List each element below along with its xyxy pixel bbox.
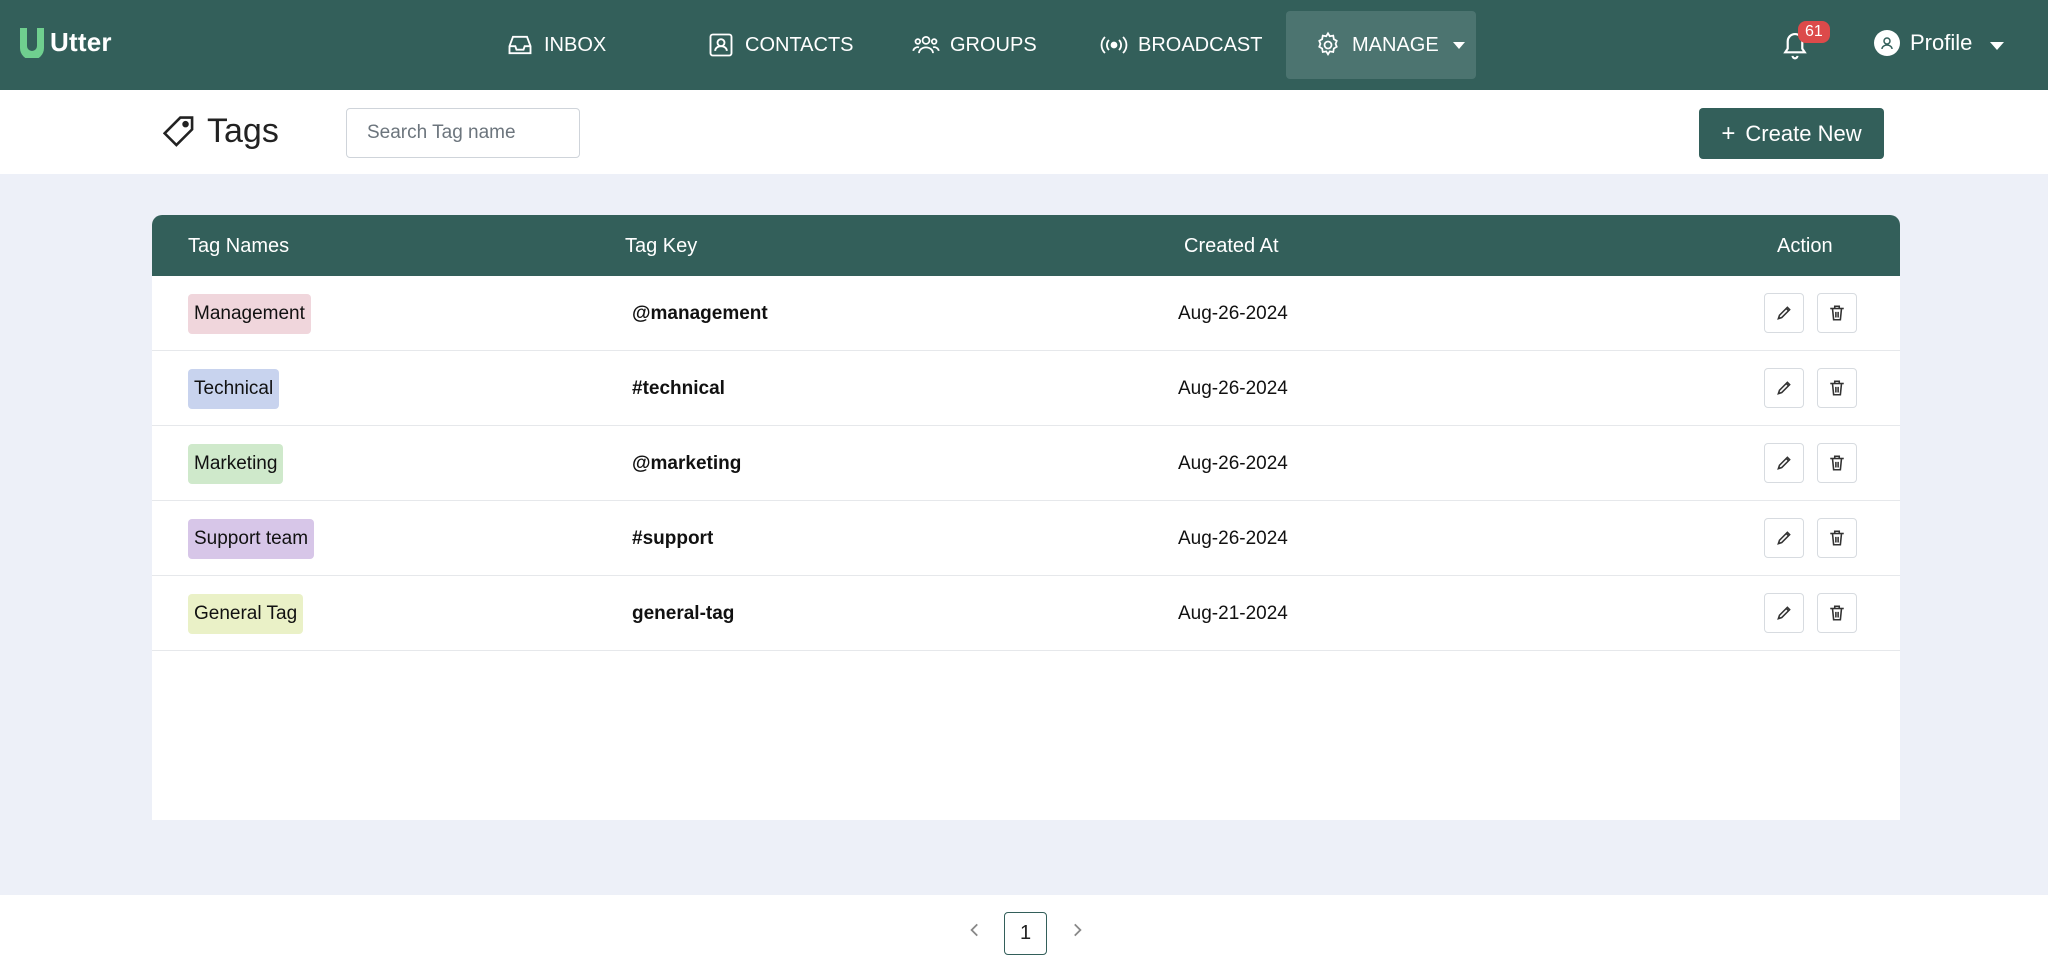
page-number-current[interactable]: 1	[1004, 912, 1047, 955]
chevron-down-icon	[1990, 42, 2005, 50]
nav-groups-label: GROUPS	[950, 33, 1037, 56]
pencil-icon	[1777, 306, 1791, 320]
trash-icon	[1830, 530, 1844, 546]
table-row: Marketing @marketing Aug-26-2024	[152, 426, 1900, 501]
tag-key: @marketing	[632, 453, 742, 474]
chevron-right-icon[interactable]	[1068, 921, 1086, 939]
header-tag-names: Tag Names	[188, 235, 290, 257]
profile-menu[interactable]: Profile	[1874, 30, 2005, 56]
created-at: Aug-21-2024	[1178, 603, 1288, 624]
groups-icon	[912, 35, 940, 54]
page-title: Tags	[207, 112, 279, 150]
delete-button[interactable]	[1817, 518, 1857, 558]
trash-icon	[1830, 605, 1844, 621]
created-at: Aug-26-2024	[1178, 378, 1288, 399]
tags-table: Tag Names Tag Key Created At Action Mana…	[152, 215, 1900, 820]
create-new-button[interactable]: + Create New	[1699, 108, 1884, 159]
trash-icon	[1830, 380, 1844, 396]
pencil-icon	[1777, 606, 1791, 620]
delete-button[interactable]	[1817, 593, 1857, 633]
tag-chip: Support team	[188, 519, 315, 559]
delete-button[interactable]	[1817, 368, 1857, 408]
header-created-at: Created At	[1184, 235, 1279, 257]
edit-button[interactable]	[1764, 293, 1804, 333]
tag-icon	[163, 115, 194, 147]
u-logo-icon	[20, 28, 44, 58]
notification-badge: 61	[1798, 21, 1830, 43]
trash-icon	[1830, 305, 1844, 321]
tag-key: general-tag	[632, 603, 735, 624]
pencil-icon	[1777, 456, 1791, 470]
edit-button[interactable]	[1764, 593, 1804, 633]
edit-button[interactable]	[1764, 518, 1804, 558]
nav-broadcast[interactable]: BROADCAST	[1100, 12, 1262, 78]
delete-button[interactable]	[1817, 293, 1857, 333]
top-navbar: Utter INBOX CONTACTS GROUPS BROADCAST MA…	[0, 0, 2048, 90]
created-at: Aug-26-2024	[1178, 453, 1288, 474]
nav-inbox[interactable]: INBOX	[506, 12, 606, 78]
table-row: General Tag general-tag Aug-21-2024	[152, 576, 1900, 651]
gear-icon	[1318, 31, 1338, 57]
search-tag-input[interactable]	[346, 108, 580, 158]
table-header: Tag Names Tag Key Created At Action	[152, 215, 1900, 276]
pencil-icon	[1777, 381, 1791, 395]
tag-chip: General Tag	[188, 594, 304, 634]
page-title-group: Tags	[163, 112, 279, 151]
tag-key: @management	[632, 303, 768, 324]
plus-icon: +	[1721, 119, 1736, 147]
create-new-label: Create New	[1745, 120, 1862, 146]
page-header: Tags + Create New	[0, 90, 2048, 174]
created-at: Aug-26-2024	[1178, 528, 1288, 549]
brand-name: Utter	[50, 26, 112, 57]
nav-contacts[interactable]: CONTACTS	[707, 12, 854, 78]
contact-card-icon	[709, 33, 733, 57]
broadcast-icon	[1100, 36, 1128, 54]
nav-contacts-label: CONTACTS	[745, 33, 854, 56]
chevron-left-icon[interactable]	[966, 921, 984, 939]
avatar-icon	[1874, 30, 1900, 56]
pagination-bar: 1	[0, 895, 2048, 970]
delete-button[interactable]	[1817, 443, 1857, 483]
table-row: Management @management Aug-26-2024	[152, 276, 1900, 351]
created-at: Aug-26-2024	[1178, 303, 1288, 324]
header-action: Action	[1777, 235, 1833, 257]
nav-inbox-label: INBOX	[544, 33, 607, 56]
pencil-icon	[1777, 531, 1791, 545]
nav-broadcast-label: BROADCAST	[1138, 33, 1263, 56]
tag-chip: Marketing	[188, 444, 284, 484]
edit-button[interactable]	[1764, 368, 1804, 408]
tag-key: #support	[632, 528, 714, 549]
trash-icon	[1830, 455, 1844, 471]
table-row: Technical #technical Aug-26-2024	[152, 351, 1900, 426]
tag-chip: Technical	[188, 369, 280, 409]
nav-manage-label: MANAGE	[1352, 33, 1439, 56]
inbox-icon	[508, 35, 532, 55]
tag-chip: Management	[188, 294, 311, 334]
header-tag-key: Tag Key	[625, 235, 698, 257]
edit-button[interactable]	[1764, 443, 1804, 483]
chevron-down-icon	[1452, 41, 1465, 49]
nav-manage[interactable]: MANAGE	[1286, 11, 1476, 79]
nav-groups[interactable]: GROUPS	[912, 12, 1037, 78]
tag-key: #technical	[632, 378, 725, 399]
table-row: Support team #support Aug-26-2024	[152, 501, 1900, 576]
profile-label: Profile	[1910, 30, 1973, 55]
brand[interactable]: Utter	[18, 26, 112, 58]
